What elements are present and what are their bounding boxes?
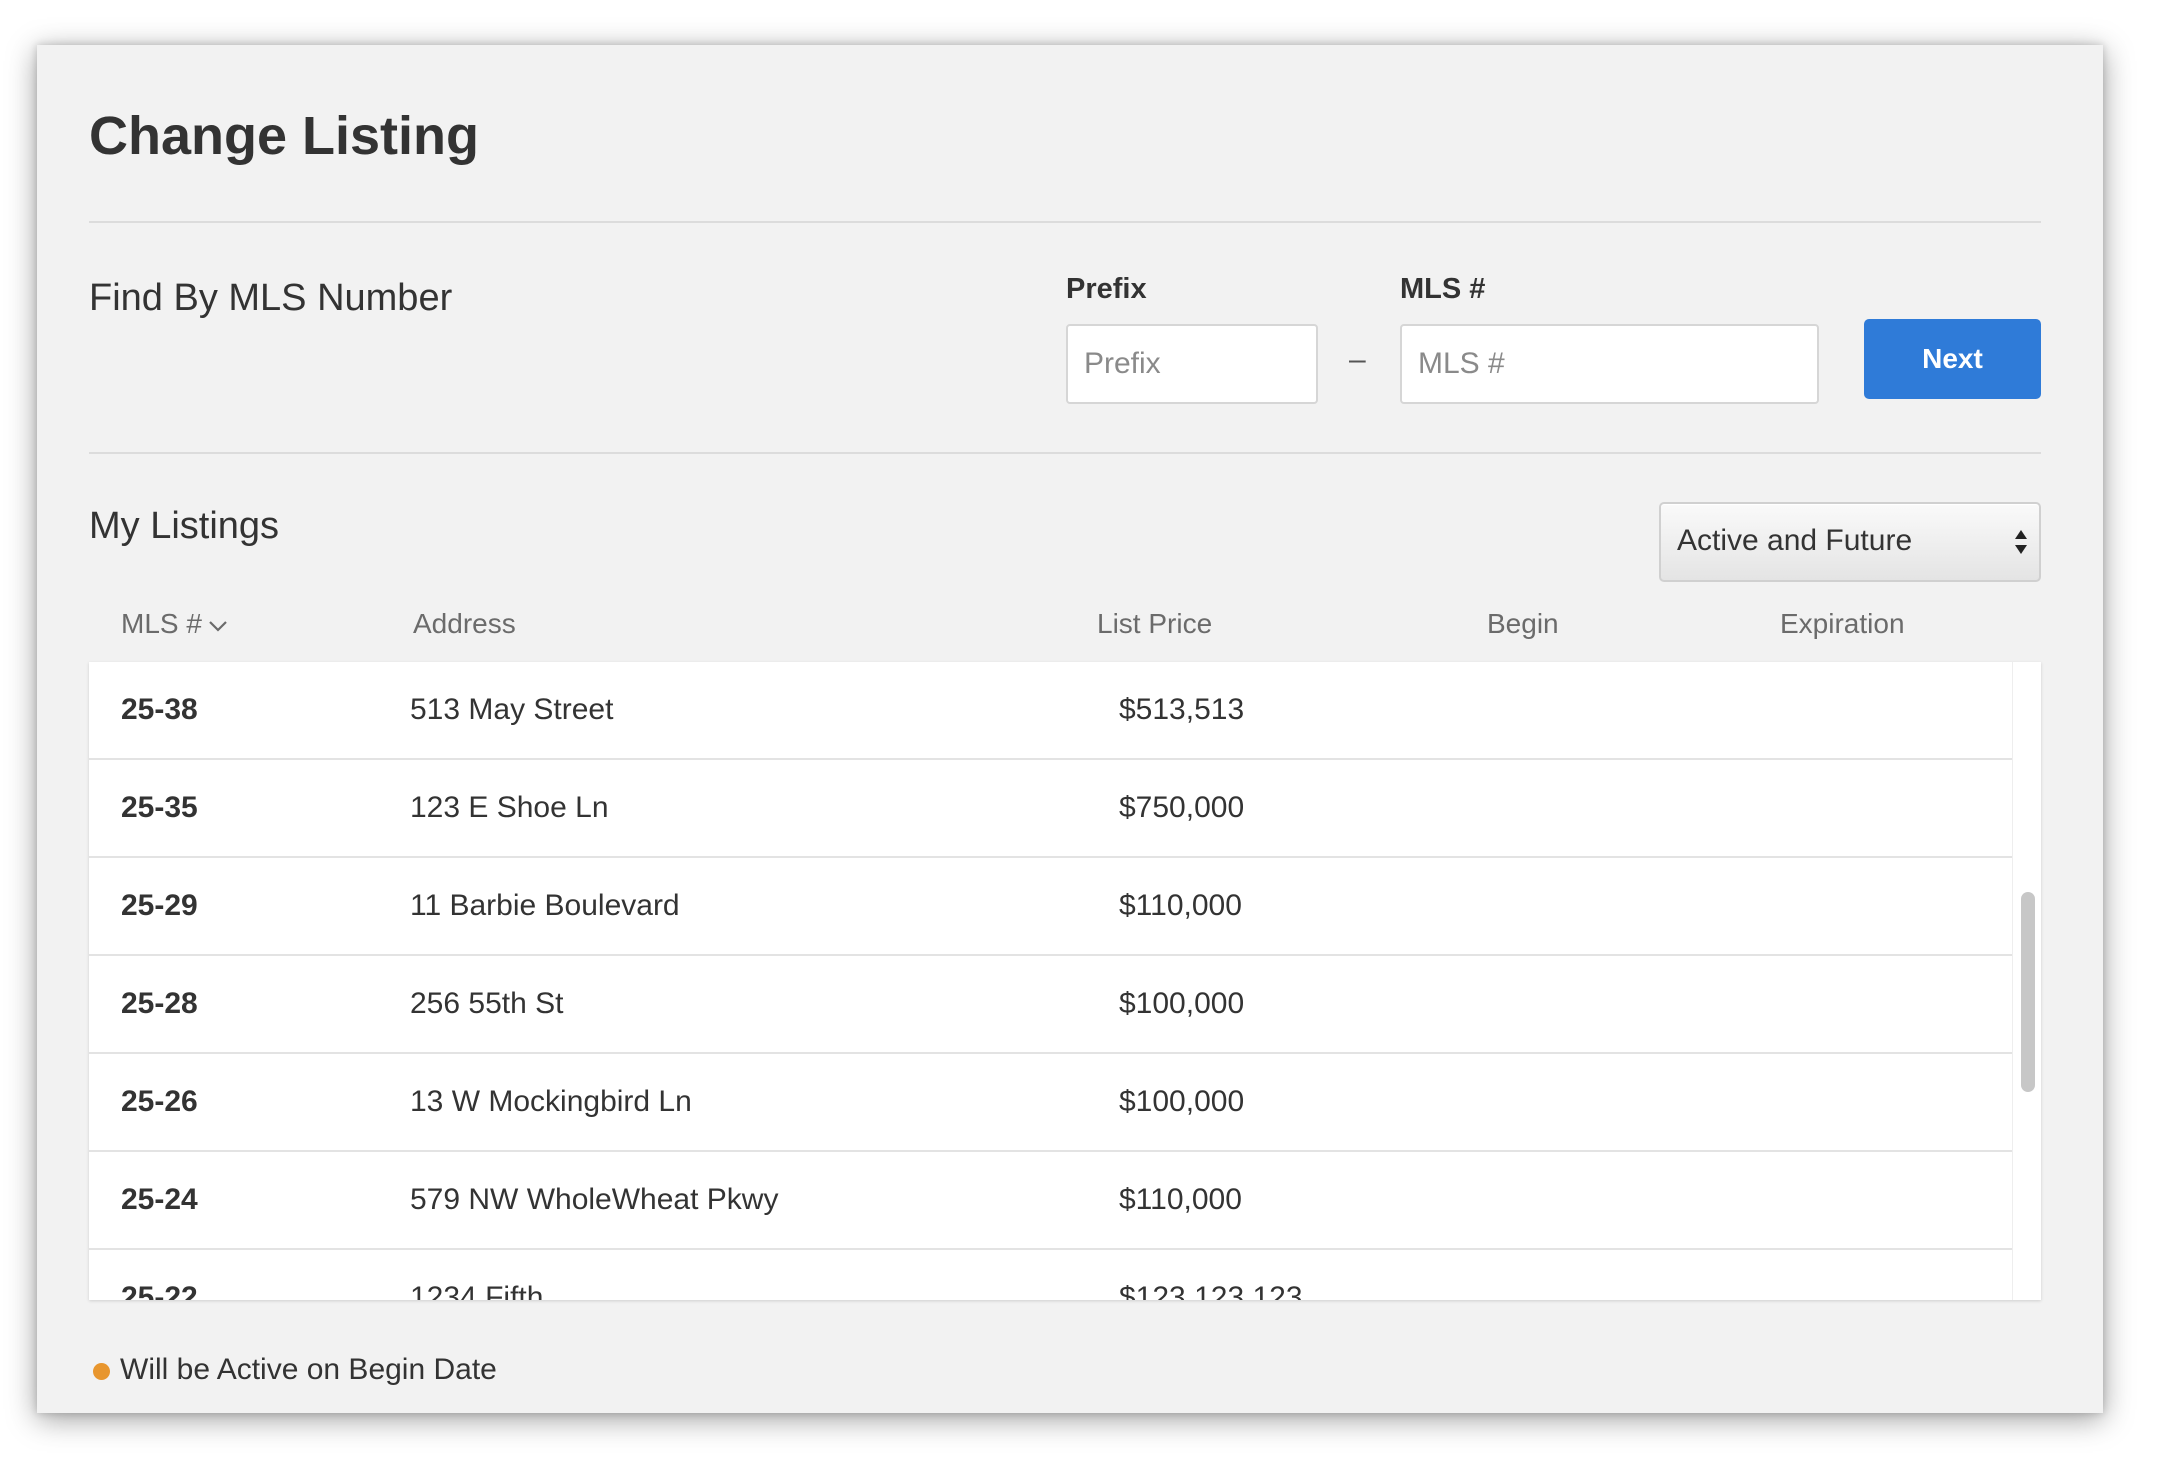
- scrollbar-thumb[interactable]: [2021, 892, 2035, 1092]
- row-price: $513,513: [1119, 693, 1245, 726]
- row-address: 11 Barbie Boulevard: [410, 889, 680, 922]
- row-address: 1234 Fifth: [410, 1281, 544, 1301]
- row-address: 579 NW WholeWheat Pkwy: [410, 1183, 779, 1216]
- my-listings-title: My Listings: [89, 505, 280, 547]
- page-title: Change Listing: [89, 106, 479, 166]
- column-header-expiration[interactable]: Expiration: [1780, 610, 1905, 638]
- row-address: 513 May Street: [410, 693, 614, 726]
- row-mls: 25-38: [121, 693, 198, 726]
- change-listing-panel: Change Listing Find By MLS Number Prefix…: [37, 45, 2103, 1413]
- row-mls: 25-26: [121, 1085, 198, 1118]
- select-updown-icon: [2015, 530, 2027, 554]
- chevron-down-icon: [209, 620, 227, 632]
- row-price: $100,000: [1119, 987, 1245, 1020]
- row-price: $110,000: [1119, 1183, 1242, 1216]
- row-mls: 25-28: [121, 987, 198, 1020]
- row-address: 123 E Shoe Ln: [410, 791, 609, 824]
- column-header-mls[interactable]: MLS #: [121, 610, 228, 638]
- row-price: $110,000: [1119, 889, 1242, 922]
- pending-status-dot-icon: [93, 1363, 110, 1380]
- row-mls: 25-24: [121, 1183, 198, 1216]
- column-header-list-price[interactable]: List Price: [1097, 610, 1212, 638]
- row-price: $123,123,123: [1119, 1281, 1303, 1301]
- table-row[interactable]: 25-38 513 May Street $513,513: [89, 662, 2012, 760]
- row-mls: 25-22: [121, 1281, 198, 1301]
- divider: [89, 452, 2041, 454]
- table-row[interactable]: 25-26 13 W Mockingbird Ln $100,000: [89, 1054, 2012, 1152]
- table-row[interactable]: 25-28 256 55th St $100,000: [89, 956, 2012, 1054]
- listings-table: 25-38 513 May Street $513,513 25-35 123 …: [89, 662, 2041, 1300]
- row-price: $100,000: [1119, 1085, 1245, 1118]
- column-header-mls-label: MLS #: [121, 608, 202, 639]
- mls-number-label: MLS #: [1400, 273, 1486, 305]
- next-button[interactable]: Next: [1864, 319, 2041, 399]
- row-price: $750,000: [1119, 791, 1245, 824]
- table-row[interactable]: 25-24 579 NW WholeWheat Pkwy $110,000: [89, 1152, 2012, 1250]
- row-mls: 25-35: [121, 791, 198, 824]
- table-row[interactable]: 25-35 123 E Shoe Ln $750,000: [89, 760, 2012, 858]
- row-mls: 25-29: [121, 889, 198, 922]
- table-row[interactable]: 25-29 11 Barbie Boulevard $110,000: [89, 858, 2012, 956]
- listing-status-select[interactable]: Active and Future: [1659, 502, 2041, 582]
- prefix-input[interactable]: [1066, 324, 1318, 404]
- prefix-mls-separator: –: [1349, 343, 1366, 376]
- table-row[interactable]: 25-22 1234 Fifth $123,123,123: [89, 1250, 2012, 1301]
- column-header-begin[interactable]: Begin: [1487, 610, 1559, 638]
- column-header-address[interactable]: Address: [413, 610, 516, 638]
- prefix-label: Prefix: [1066, 273, 1147, 305]
- mls-number-input[interactable]: [1400, 324, 1819, 404]
- legend-text: Will be Active on Begin Date: [120, 1353, 497, 1386]
- row-address: 13 W Mockingbird Ln: [410, 1085, 692, 1118]
- divider: [89, 221, 2041, 223]
- find-section-title: Find By MLS Number: [89, 277, 453, 319]
- table-scrollbar[interactable]: [2012, 662, 2041, 1300]
- listing-status-value: Active and Future: [1677, 524, 1913, 557]
- row-address: 256 55th St: [410, 987, 564, 1020]
